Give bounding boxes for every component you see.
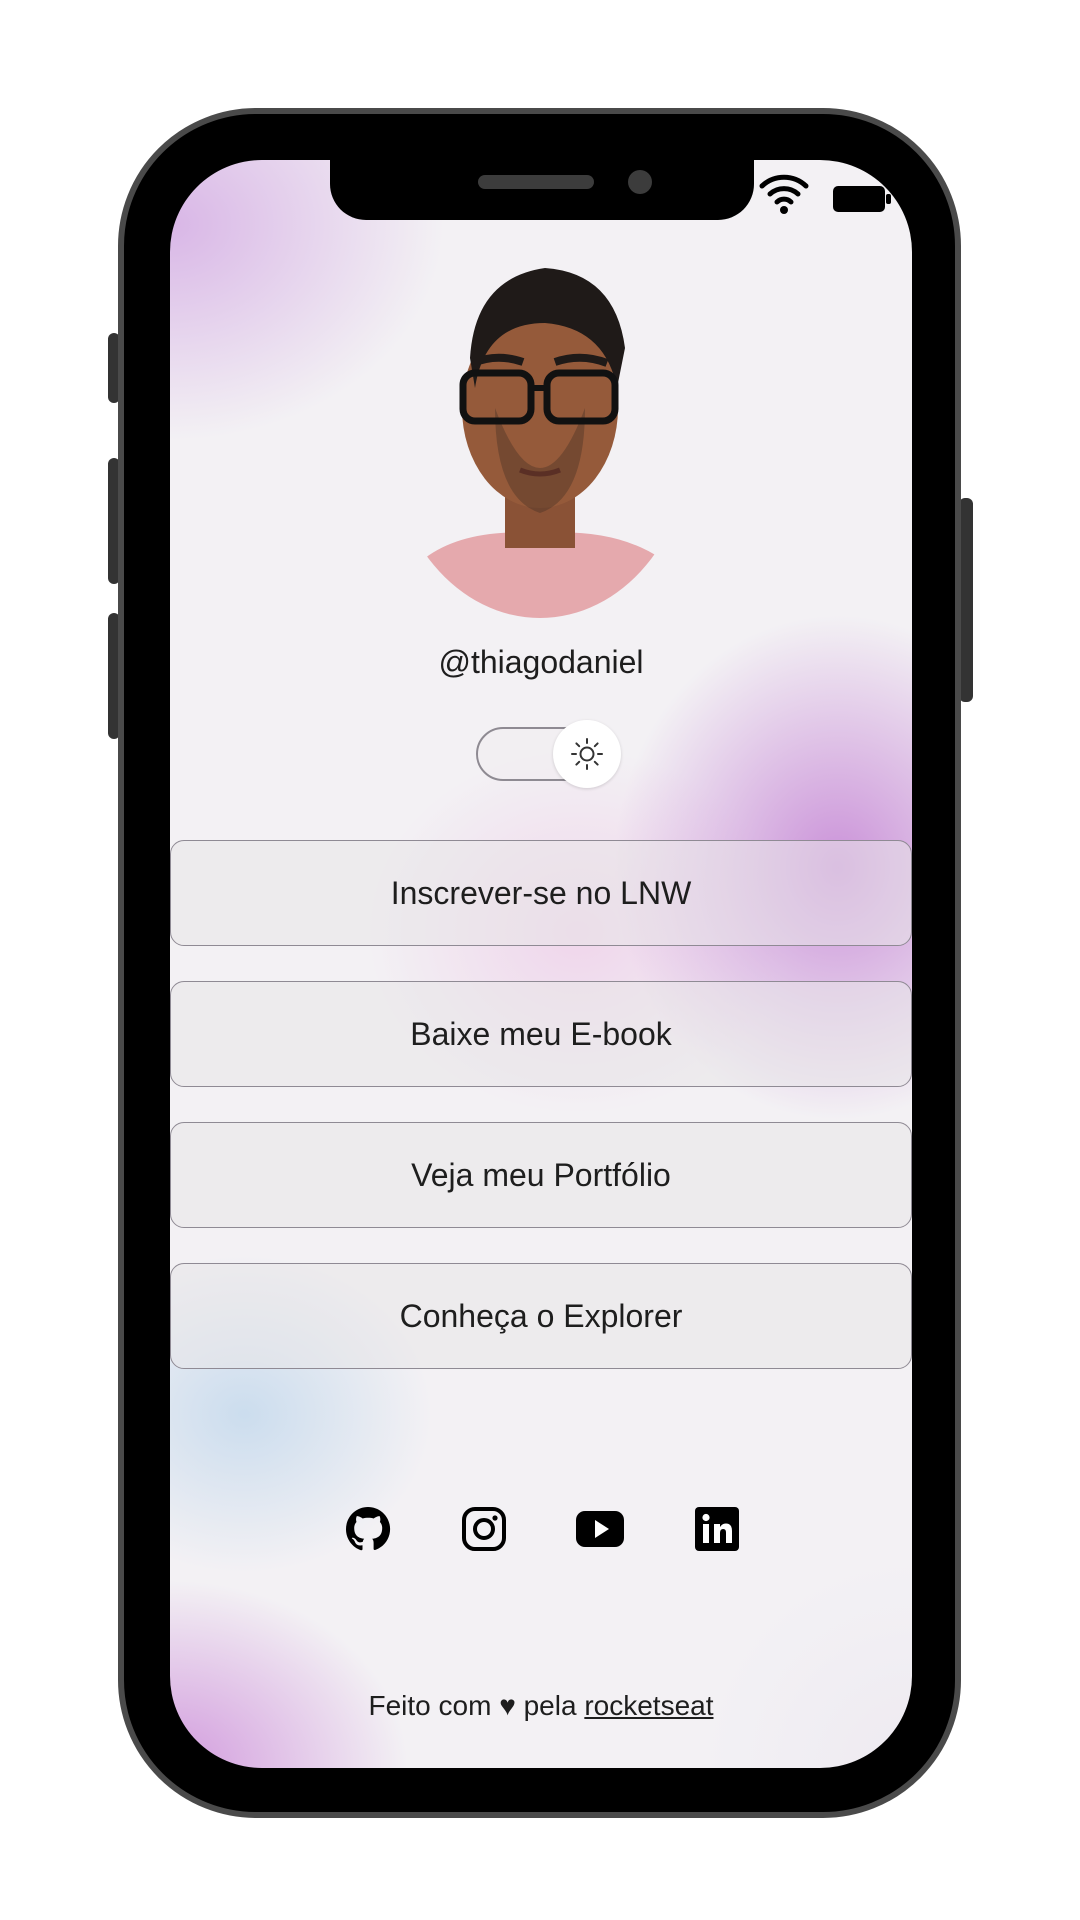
avatar — [385, 238, 695, 618]
battery-icon — [833, 186, 891, 212]
linkedin-icon — [695, 1507, 739, 1551]
sun-icon — [571, 738, 603, 770]
youtube-link[interactable] — [576, 1505, 624, 1553]
footer-prefix: Feito com — [368, 1690, 492, 1721]
username: @thiagodaniel — [438, 644, 644, 680]
linkedin-link[interactable] — [693, 1505, 741, 1553]
avatar-portrait — [415, 268, 675, 618]
front-camera — [628, 170, 652, 194]
instagram-icon — [462, 1507, 506, 1551]
github-link[interactable] — [344, 1505, 392, 1553]
device-mockup: @thiagodaniel Inscrever-se no LNW Baixe … — [0, 0, 1080, 1920]
speaker-grille — [478, 175, 594, 189]
notch — [330, 158, 754, 220]
wifi-icon — [759, 174, 809, 214]
rocketseat-link[interactable]: rocketseat — [584, 1690, 713, 1721]
github-icon — [346, 1507, 391, 1551]
link-button-ebook[interactable]: Baixe meu E-book — [170, 981, 912, 1087]
footer: Feito com ♥ pela rocketseat — [170, 1686, 912, 1726]
link-button-explorer[interactable]: Conheça o Explorer — [170, 1263, 912, 1369]
link-button-lnw[interactable]: Inscrever-se no LNW — [170, 840, 912, 946]
power-button — [959, 498, 973, 702]
youtube-icon — [576, 1511, 624, 1547]
footer-middle: pela — [523, 1690, 577, 1721]
heart-icon: ♥ — [499, 1690, 516, 1721]
link-button-portfolio[interactable]: Veja meu Portfólio — [170, 1122, 912, 1228]
instagram-link[interactable] — [460, 1505, 508, 1553]
